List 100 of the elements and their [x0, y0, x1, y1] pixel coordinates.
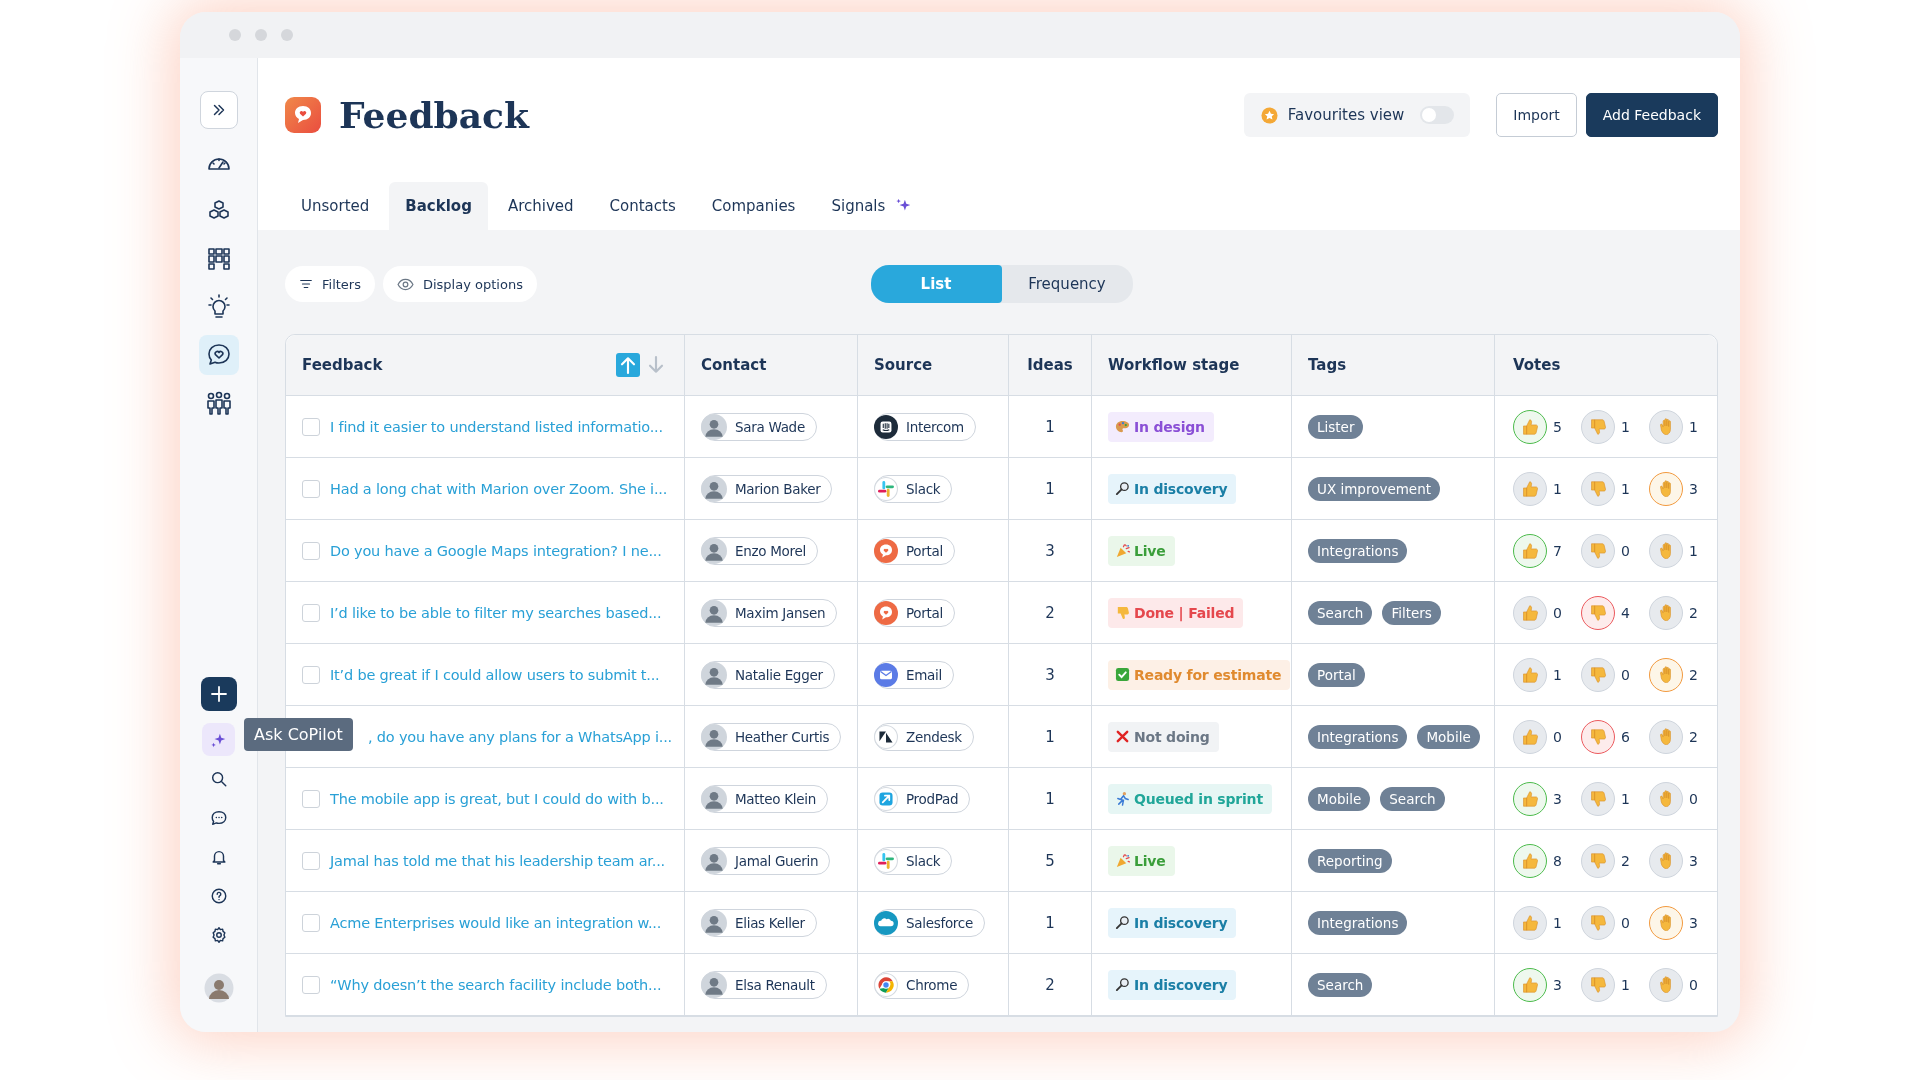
- filter-icon: [299, 277, 313, 291]
- tab[interactable]: Unsorted: [285, 182, 386, 230]
- party-popper-icon: [1115, 853, 1130, 868]
- source-name: ProdPad: [906, 790, 959, 807]
- vote-count: 2: [1689, 604, 1698, 621]
- column-header: Contact: [701, 356, 767, 374]
- vote-count: 7: [1553, 542, 1562, 559]
- source-name: Portal: [906, 604, 943, 621]
- vote-count: 5: [1553, 418, 1562, 435]
- tag[interactable]: Mobile: [1308, 786, 1371, 811]
- source-name: Chrome: [906, 976, 958, 993]
- view-toggle[interactable]: Frequency: [1001, 265, 1133, 303]
- vote-count: 0: [1553, 728, 1562, 745]
- heart-chat-icon[interactable]: [198, 335, 239, 375]
- hash-icon: [874, 476, 898, 501]
- reaction-button[interactable]: [1513, 533, 1547, 568]
- tab[interactable]: Contacts: [593, 182, 692, 230]
- tag[interactable]: Reporting: [1308, 848, 1392, 873]
- checkbox[interactable]: [302, 913, 320, 932]
- workflow-stage-label: Done | Failed: [1134, 604, 1235, 621]
- reaction-button[interactable]: [1513, 967, 1547, 1002]
- tag[interactable]: Lister: [1308, 414, 1364, 439]
- magnifier-icon: [1115, 915, 1130, 930]
- tag[interactable]: Mobile: [1417, 724, 1480, 749]
- checkbox[interactable]: [302, 417, 320, 436]
- checkbox[interactable]: [302, 851, 320, 870]
- vote-count: 2: [1689, 666, 1698, 683]
- raised-hand-icon: [1660, 542, 1672, 559]
- tag[interactable]: Search: [1380, 786, 1445, 811]
- vote-count: 1: [1621, 480, 1630, 497]
- sort-ascending-icon[interactable]: [616, 353, 640, 377]
- window-control-dot[interactable]: [281, 29, 293, 41]
- tag[interactable]: Integrations: [1308, 910, 1408, 935]
- thumbs-down-icon: [1590, 480, 1606, 497]
- contact-name: Elias Keller: [735, 914, 805, 931]
- favourites-label: Favourites view: [1287, 106, 1405, 124]
- toggle-switch[interactable]: [1420, 106, 1455, 124]
- tab[interactable]: Companies: [695, 182, 812, 230]
- filters-button[interactable]: Filters: [285, 266, 375, 302]
- tab[interactable]: Backlog: [389, 182, 488, 230]
- tag[interactable]: Integrations: [1308, 724, 1408, 749]
- checkbox[interactable]: [302, 479, 320, 498]
- sparkle-icon[interactable]: [202, 723, 235, 756]
- tab[interactable]: Signals: [815, 182, 930, 230]
- display-options-button[interactable]: Display options: [382, 266, 537, 302]
- favourites-view-toggle[interactable]: Favourites view: [1243, 93, 1471, 137]
- avatar-icon: [701, 599, 727, 626]
- tag[interactable]: Filters: [1382, 600, 1441, 625]
- reaction-button[interactable]: [1513, 409, 1547, 444]
- ideas-count: 3: [1045, 541, 1055, 560]
- checkbox[interactable]: [302, 665, 320, 684]
- vote-count: 1: [1621, 418, 1630, 435]
- tag[interactable]: Search: [1308, 600, 1373, 625]
- workflow-stage-label: In design: [1134, 418, 1205, 435]
- reaction-button[interactable]: [1581, 595, 1615, 630]
- user-avatar[interactable]: [202, 971, 235, 1004]
- add-feedback-button[interactable]: Add Feedback: [1585, 93, 1718, 137]
- window-control-dot[interactable]: [229, 29, 241, 41]
- window-control-dot[interactable]: [255, 29, 267, 41]
- vote-count: 2: [1621, 852, 1630, 869]
- thumbs-up-icon: [1522, 666, 1538, 683]
- checkbox[interactable]: [302, 541, 320, 560]
- thumbs-down-icon: [1590, 976, 1606, 993]
- hash-icon: [874, 848, 898, 873]
- import-button[interactable]: Import: [1496, 93, 1577, 137]
- checkbox-tick-icon: [1115, 667, 1130, 682]
- contact-name: Marion Baker: [735, 480, 821, 497]
- reaction-button[interactable]: [1649, 471, 1683, 506]
- heart-bubble-icon: [874, 600, 898, 625]
- ideas-count: 1: [1045, 913, 1055, 932]
- tag[interactable]: UX improvement: [1308, 476, 1440, 501]
- party-popper-icon: [1115, 543, 1130, 558]
- reaction-button[interactable]: [1649, 905, 1683, 940]
- checkbox[interactable]: [302, 603, 320, 622]
- thumbs-up-icon: [1522, 914, 1538, 931]
- reaction-button[interactable]: [1513, 781, 1547, 816]
- ideas-count: 5: [1045, 851, 1055, 870]
- tag[interactable]: Search: [1308, 972, 1373, 997]
- magnifier-icon: [1115, 481, 1130, 496]
- reaction-button[interactable]: [1581, 719, 1615, 754]
- checkbox[interactable]: [302, 975, 320, 994]
- checkbox[interactable]: [302, 789, 320, 808]
- workflow-stage-label: In discovery: [1134, 976, 1228, 993]
- avatar-icon: [701, 475, 727, 502]
- vote-count: 4: [1621, 604, 1630, 621]
- reaction-button[interactable]: [1649, 657, 1683, 692]
- tag[interactable]: Integrations: [1308, 538, 1408, 563]
- add-button[interactable]: [200, 677, 237, 711]
- avatar-icon: [701, 971, 727, 998]
- thumbs-down-icon: [1590, 666, 1606, 683]
- expand-button[interactable]: [199, 91, 238, 129]
- thumbs-up-icon: [1522, 542, 1538, 559]
- reaction-button[interactable]: [1513, 843, 1547, 878]
- tag[interactable]: Portal: [1308, 662, 1365, 687]
- workflow-stage-label: Queued in sprint: [1134, 790, 1263, 807]
- source-name: Slack: [906, 480, 941, 497]
- tab[interactable]: Archived: [491, 182, 590, 230]
- thumbs-up-icon: [1522, 790, 1538, 807]
- avatar-icon: [701, 661, 727, 688]
- column-header: Source: [874, 356, 933, 374]
